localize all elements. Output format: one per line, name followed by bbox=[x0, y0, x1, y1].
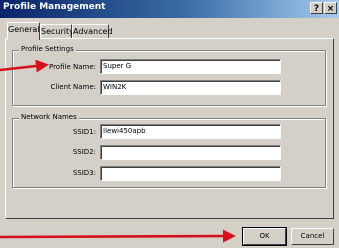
ssid2-label: SSID2: bbox=[72, 148, 96, 156]
ssid3-label: SSID3: bbox=[72, 169, 96, 177]
window-title: Profile Management bbox=[3, 2, 106, 12]
client-name-label: Client Name: bbox=[50, 83, 97, 91]
ssid1-label: SSID1: bbox=[72, 128, 96, 136]
profile-name-label: Profile Name: bbox=[48, 63, 96, 71]
arrow-to-ok-button bbox=[0, 229, 236, 243]
tab-general[interactable]: General bbox=[7, 22, 40, 40]
ssid1-field[interactable]: Ilewi450apb bbox=[100, 124, 281, 139]
title-bar[interactable]: Profile Management ? × bbox=[0, 0, 339, 18]
tab-security[interactable]: Security bbox=[40, 24, 74, 38]
client-name-field[interactable]: WIN2K bbox=[100, 80, 281, 95]
profile-management-dialog: Profile Management ? × General Security … bbox=[0, 0, 339, 248]
profile-name-field[interactable]: Super G bbox=[100, 59, 281, 74]
close-button[interactable]: × bbox=[324, 2, 337, 14]
cancel-button[interactable]: Cancel bbox=[291, 228, 334, 245]
ssid2-field[interactable] bbox=[100, 145, 281, 160]
help-button[interactable]: ? bbox=[310, 2, 323, 14]
profile-settings-legend: Profile Settings bbox=[19, 45, 76, 53]
network-names-legend: Network Names bbox=[19, 113, 79, 121]
tab-advanced[interactable]: Advanced bbox=[72, 24, 113, 38]
ok-button[interactable]: OK bbox=[242, 227, 287, 246]
ssid3-field[interactable] bbox=[100, 166, 281, 181]
